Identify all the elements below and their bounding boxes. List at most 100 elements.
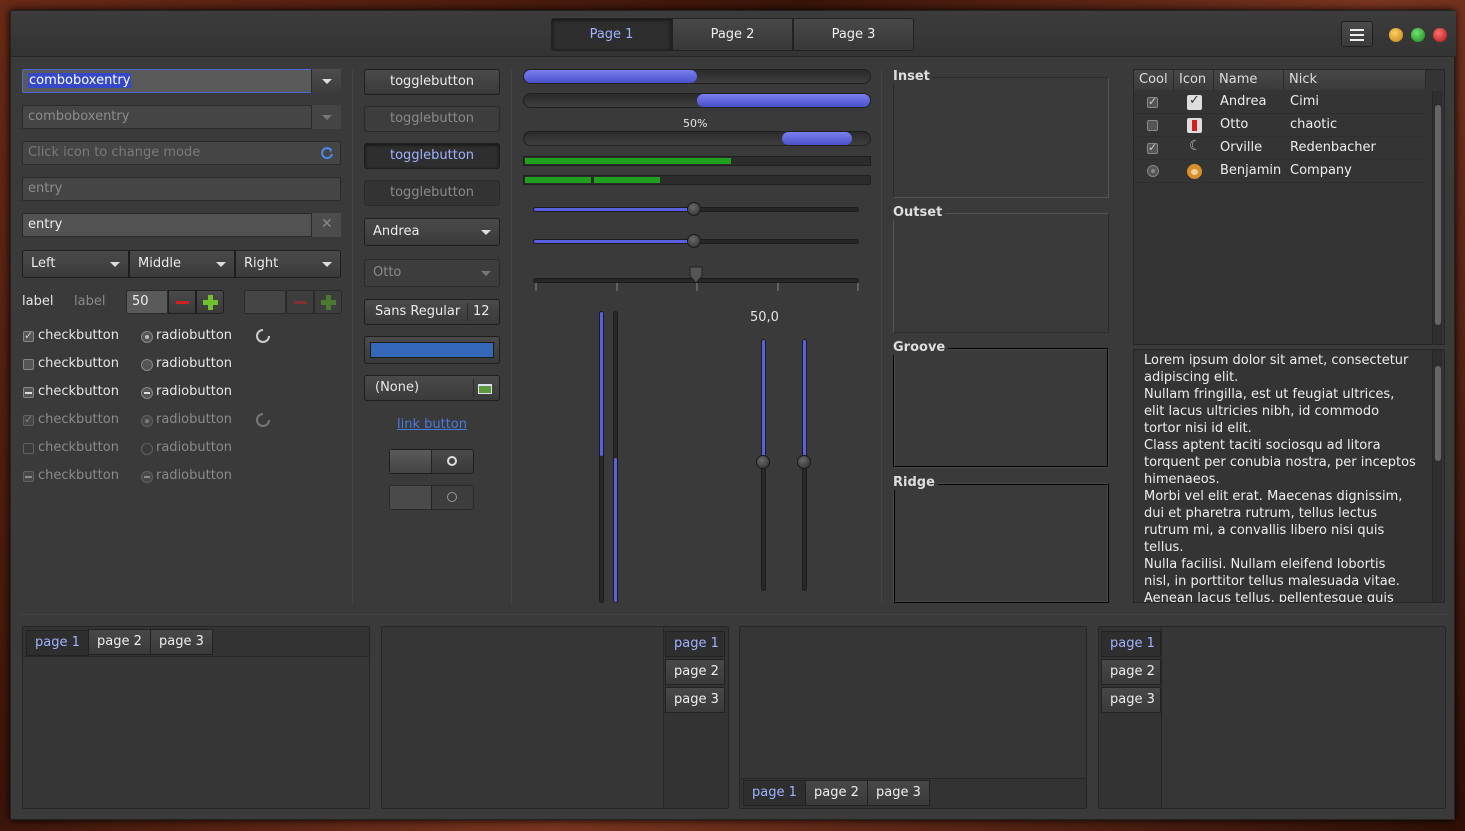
text-line: dui et pharetra rutrum, tellus lectus <box>1144 506 1378 521</box>
tab-page-1[interactable]: page 1 <box>665 631 725 657</box>
link-button[interactable]: link button <box>397 417 467 432</box>
scale-vertical-2[interactable] <box>613 311 618 603</box>
tree-view[interactable]: Cool Icon Name Nick ✓ ✓ Andrea Cimi Otto… <box>1133 69 1445 345</box>
tab-page-3[interactable]: page 3 <box>867 780 930 806</box>
radiobutton-label[interactable]: radiobutton <box>156 384 232 399</box>
combo-dropdown-button[interactable] <box>311 69 341 93</box>
tab-page-3[interactable]: page 3 <box>665 687 725 713</box>
minimize-icon[interactable] <box>1389 28 1403 42</box>
radio-checked[interactable] <box>141 331 153 343</box>
checkbutton-label[interactable]: checkbutton <box>38 356 119 371</box>
text-line: Aenean lacus tellus, pellentesque quis <box>1144 591 1394 603</box>
tab-page-3[interactable]: page 3 <box>1101 687 1161 713</box>
frame-inset <box>893 77 1109 198</box>
tab-page-2[interactable]: page 2 <box>665 659 725 685</box>
check-icon: ✓ <box>24 329 34 342</box>
chevron-down-icon <box>322 115 332 120</box>
scale-fill <box>803 340 806 458</box>
togglebutton-disabled: togglebutton <box>364 106 500 132</box>
chevron-down-icon <box>216 262 226 267</box>
radio-unchecked[interactable] <box>141 359 153 371</box>
spin-increment-button[interactable] <box>196 290 224 314</box>
checkbox-unchecked[interactable] <box>23 359 34 370</box>
cool-radio[interactable] <box>1147 165 1159 177</box>
text-scrollbar[interactable] <box>1432 350 1442 602</box>
text-line: adipiscing elit. <box>1144 370 1239 385</box>
chevron-down-icon <box>322 262 332 267</box>
scale-fill <box>600 312 603 456</box>
cool-check[interactable]: ✓ <box>1147 141 1158 154</box>
column-header-name[interactable]: Name <box>1214 70 1284 90</box>
tab-page-1[interactable]: page 1 <box>743 780 806 806</box>
hamburger-icon <box>1350 29 1364 41</box>
column-header-cool[interactable]: Cool <box>1134 70 1174 90</box>
column-header-icon[interactable]: Icon <box>1174 70 1214 90</box>
spinner-icon <box>256 413 270 427</box>
clear-entry-button[interactable]: ✕ <box>311 213 341 237</box>
checkbox-checked[interactable]: ✓ <box>23 329 34 342</box>
checkbox-inconsistent[interactable] <box>23 387 34 398</box>
column-header-nick[interactable]: Nick <box>1284 70 1426 90</box>
tab-page-1[interactable]: page 1 <box>26 630 89 656</box>
checkbutton-label[interactable]: checkbutton <box>38 328 119 343</box>
scale-vertical-1[interactable] <box>599 311 604 603</box>
close-icon[interactable] <box>1433 28 1447 42</box>
color-button[interactable] <box>364 336 500 364</box>
switch-on[interactable] <box>389 449 474 474</box>
font-button[interactable]: Sans Regular 12 <box>364 299 500 325</box>
combo-middle[interactable]: Middle <box>129 250 235 278</box>
spin-decrement-button[interactable] <box>168 290 196 314</box>
scale-handle[interactable] <box>687 234 701 248</box>
switch-off-indicator-icon <box>447 456 457 466</box>
radiobutton-label[interactable]: radiobutton <box>156 356 232 371</box>
scrollbar-thumb[interactable] <box>1435 366 1441 461</box>
monkey-icon <box>1187 164 1202 179</box>
chevron-down-icon <box>481 230 491 235</box>
combo-andrea[interactable]: Andrea <box>364 218 500 246</box>
file-chooser-button[interactable]: (None) <box>364 375 500 401</box>
checkbutton-label: checkbutton <box>38 440 119 455</box>
table-row[interactable]: Benjamin Company <box>1134 160 1426 183</box>
checkbutton-label[interactable]: checkbutton <box>38 384 119 399</box>
table-row[interactable]: Otto chaotic <box>1134 114 1426 137</box>
radiobutton-label[interactable]: radiobutton <box>156 328 232 343</box>
combo-right[interactable]: Right <box>235 250 341 278</box>
tab-page-2[interactable]: page 2 <box>805 780 868 806</box>
tab-page-3[interactable]: page 3 <box>150 629 213 655</box>
tree-scrollbar[interactable] <box>1432 91 1442 344</box>
minus-icon <box>176 301 189 304</box>
refresh-icon[interactable] <box>320 146 334 160</box>
table-row[interactable]: ✓ ☾ Orville Redenbacher <box>1134 137 1426 160</box>
menu-button[interactable] <box>1341 21 1373 47</box>
scale-handle[interactable] <box>687 202 701 216</box>
entry-field[interactable]: entry <box>22 213 312 237</box>
scale-handle[interactable] <box>797 455 811 469</box>
tab-page-1[interactable]: page 1 <box>1101 631 1161 657</box>
scale-handle[interactable] <box>756 455 770 469</box>
togglebutton-active[interactable]: togglebutton <box>364 143 500 169</box>
scale-pointer-handle[interactable] <box>689 266 703 284</box>
frame-ridge <box>893 483 1109 603</box>
table-row[interactable]: ✓ ✓ Andrea Cimi <box>1134 91 1426 114</box>
stack-switcher-page-3[interactable]: Page 3 <box>793 18 914 51</box>
spin-value[interactable]: 50 <box>126 290 168 314</box>
cool-check[interactable] <box>1147 120 1158 131</box>
text-view[interactable]: Lorem ipsum dolor sit amet, consectetur a… <box>1133 349 1445 603</box>
tab-page-2[interactable]: page 2 <box>88 629 151 655</box>
radio-inconsistent[interactable] <box>141 387 153 399</box>
stack-switcher-page-2[interactable]: Page 2 <box>672 18 793 51</box>
icon-entry[interactable]: Click icon to change mode <box>22 141 341 165</box>
stack-switcher-page-1[interactable]: Page 1 <box>551 18 672 51</box>
maximize-icon[interactable] <box>1411 28 1425 42</box>
comboboxentry-input[interactable]: comboboxentry <box>22 69 312 93</box>
label: label <box>22 294 54 309</box>
check-icon: ✓ <box>24 413 34 426</box>
frame-outset-title: Outset <box>893 205 946 220</box>
togglebutton[interactable]: togglebutton <box>364 69 500 95</box>
cool-check[interactable]: ✓ <box>1147 95 1158 108</box>
scrollbar-thumb[interactable] <box>1435 105 1441 325</box>
text-line: elit lacus ultricies nibh, id commodo <box>1144 404 1380 419</box>
tab-page-2[interactable]: page 2 <box>1101 659 1161 685</box>
togglebutton-active-disabled: togglebutton <box>364 180 500 206</box>
combo-left[interactable]: Left <box>22 250 129 278</box>
